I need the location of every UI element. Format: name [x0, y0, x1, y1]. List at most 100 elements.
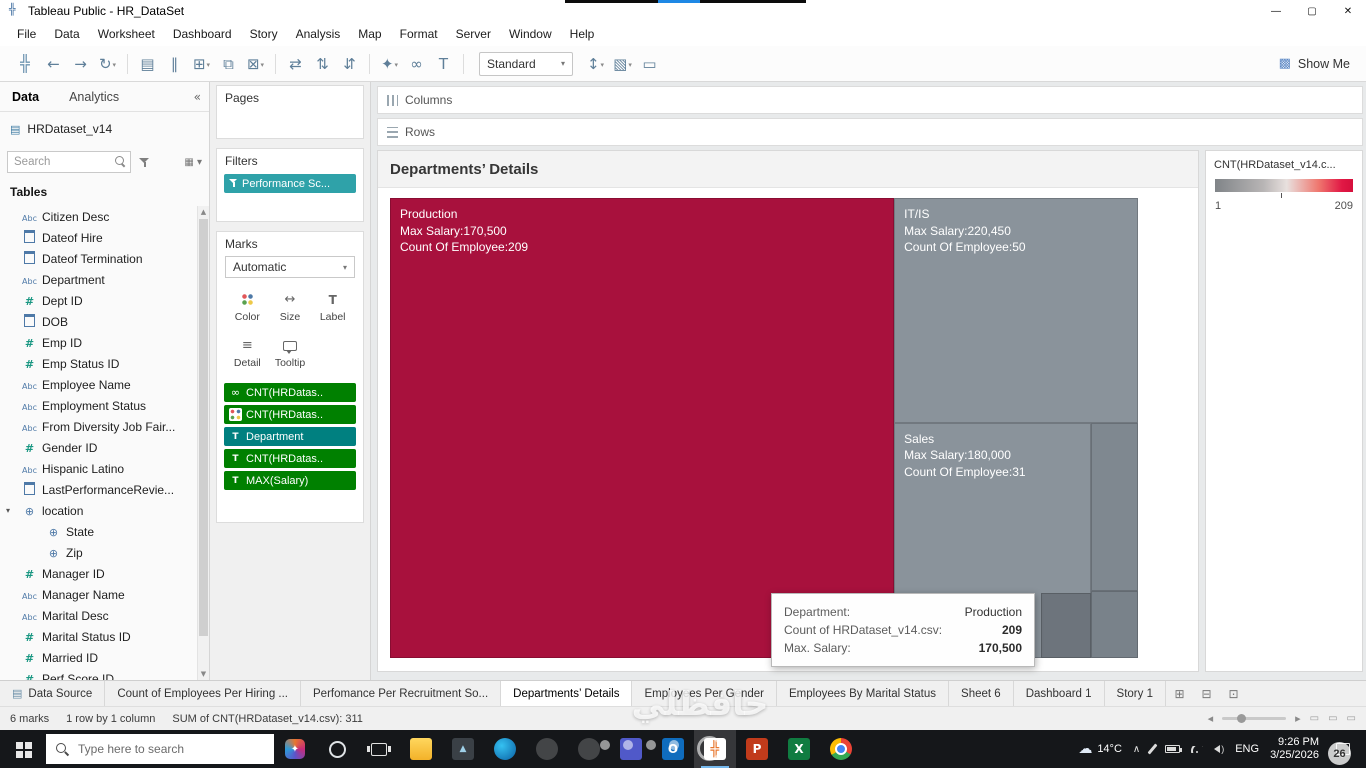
network-icon[interactable]: [1191, 745, 1204, 753]
new-story-button[interactable]: ⊡: [1220, 681, 1247, 706]
menu-item[interactable]: Map: [349, 22, 390, 46]
show-hide-cards-icon[interactable]: ▧: [609, 55, 636, 73]
battery-icon[interactable]: [1165, 745, 1183, 753]
clock[interactable]: 9:26 PM 3/25/2026: [1270, 736, 1319, 762]
menu-item[interactable]: Format: [391, 22, 447, 46]
detail-button[interactable]: Detail: [227, 333, 268, 374]
duplicate-sheet-icon[interactable]: ⧉: [215, 55, 242, 73]
field-item[interactable]: ▾ Dateof Termination: [0, 248, 209, 269]
menu-item[interactable]: Window: [500, 22, 561, 46]
highlight-icon[interactable]: ✦: [376, 55, 403, 73]
sheet-tab[interactable]: Dashboard 1: [1014, 681, 1105, 706]
tab-analytics[interactable]: Analytics: [69, 90, 119, 104]
teams-icon[interactable]: [610, 730, 652, 768]
task-view-icon[interactable]: [358, 730, 400, 768]
excel-icon[interactable]: [778, 730, 820, 768]
separator[interactable]: [369, 53, 370, 74]
color-button[interactable]: Color: [227, 287, 268, 328]
undo-icon[interactable]: ←: [40, 55, 67, 73]
block-4[interactable]: [1090, 422, 1138, 591]
mark-pill[interactable]: Department: [224, 427, 356, 446]
sheet-tab[interactable]: Count of Employees Per Hiring ...: [105, 681, 302, 706]
field-item[interactable]: ▾ Dateof Hire: [0, 227, 209, 248]
field-item[interactable]: ▾ Married ID: [0, 647, 209, 668]
size-slider[interactable]: [1222, 714, 1287, 723]
IT/IS[interactable]: IT/IS Max Salary:220,450 Count Of Employ…: [894, 198, 1138, 423]
menu-item[interactable]: Dashboard: [164, 22, 241, 46]
minimize-button[interactable]: —: [1258, 0, 1294, 22]
columns-shelf-drop-area[interactable]: [498, 87, 1362, 113]
separator[interactable]: [127, 53, 128, 74]
menu-item[interactable]: File: [8, 22, 45, 46]
maximize-button[interactable]: ▢: [1294, 0, 1330, 22]
new-datasource-icon[interactable]: ▤: [134, 55, 161, 73]
sheet-tab[interactable]: Story 1: [1105, 681, 1166, 706]
pages-shelf[interactable]: Pages: [216, 85, 364, 139]
new-worksheet-icon[interactable]: ⊞: [188, 55, 215, 73]
field-item[interactable]: ▾ DOB: [0, 311, 209, 332]
fields-scrollbar[interactable]: ▲ ▼: [197, 206, 209, 680]
mark-pill[interactable]: MAX(Salary): [224, 471, 356, 490]
cortana-icon[interactable]: ✦: [274, 730, 316, 768]
collapse-pane-icon[interactable]: «: [194, 90, 201, 104]
scroll-down-icon[interactable]: ▼: [198, 668, 209, 680]
field-item[interactable]: ▾ Manager Name: [0, 584, 209, 605]
pause-updates-icon[interactable]: ∥: [161, 55, 188, 73]
block-6[interactable]: [1090, 590, 1138, 658]
page-view-icon[interactable]: ▭: [1347, 713, 1356, 724]
separator[interactable]: [463, 53, 464, 74]
menu-item[interactable]: Analysis: [287, 22, 350, 46]
expand-caret-icon[interactable]: ▾: [6, 506, 17, 515]
hidden-app-icon[interactable]: [526, 730, 568, 768]
menu-item[interactable]: Worksheet: [89, 22, 164, 46]
rows-shelf[interactable]: Rows: [377, 118, 1363, 146]
hidden-app-icon[interactable]: [568, 730, 610, 768]
replay-icon[interactable]: ↻: [94, 55, 121, 73]
color-legend-gradient[interactable]: [1215, 179, 1353, 198]
search-input[interactable]: [7, 151, 131, 173]
view-options-icon[interactable]: ▦ ▾: [184, 157, 202, 168]
field-item[interactable]: ▾ Emp ID: [0, 332, 209, 353]
mark-type-dropdown[interactable]: Automatic ▾: [225, 256, 355, 278]
filter-fields-icon[interactable]: [139, 157, 151, 168]
group-members-icon[interactable]: ∞: [403, 55, 430, 73]
field-item[interactable]: ▾ Emp Status ID: [0, 353, 209, 374]
filter-pill[interactable]: Performance Sc...: [224, 174, 356, 193]
menu-item[interactable]: Server: [447, 22, 500, 46]
data-source-connection[interactable]: ▤ HRDataset_v14: [0, 117, 209, 141]
tooltip-button[interactable]: Tooltip: [270, 333, 311, 374]
show-mark-labels-icon[interactable]: T: [430, 55, 457, 73]
sort-ascending-icon[interactable]: ⇅: [309, 55, 336, 73]
rows-shelf-drop-area[interactable]: [498, 119, 1362, 145]
scrollbar-thumb[interactable]: [199, 219, 208, 636]
new-worksheet-button[interactable]: ⊞: [1166, 681, 1193, 706]
field-item[interactable]: ▾ Manager ID: [0, 563, 209, 584]
field-item[interactable]: ▾ Department: [0, 269, 209, 290]
tab-data[interactable]: Data: [12, 90, 39, 104]
chrome-icon[interactable]: [820, 730, 862, 768]
mark-pill[interactable]: CNT(HRDatas..: [224, 449, 356, 468]
edge-icon[interactable]: [484, 730, 526, 768]
field-item[interactable]: ▾ Marital Status ID: [0, 626, 209, 647]
mark-pill[interactable]: CNT(HRDatas..: [224, 383, 356, 402]
size-button[interactable]: Size: [270, 287, 311, 328]
powerpoint-icon[interactable]: [736, 730, 778, 768]
cortana-ring-icon[interactable]: [316, 730, 358, 768]
photos-icon[interactable]: [442, 730, 484, 768]
history-back-icon[interactable]: ◂: [1208, 712, 1214, 725]
field-item[interactable]: ▾ Citizen Desc: [0, 206, 209, 227]
field-item[interactable]: ▾ Perf Score ID: [0, 668, 209, 681]
new-dashboard-button[interactable]: ⊟: [1193, 681, 1220, 706]
tray-expand-icon[interactable]: ∧: [1133, 744, 1140, 755]
page-view-icon[interactable]: ▭: [1310, 713, 1319, 724]
outlook-icon[interactable]: [652, 730, 694, 768]
sheet-tab[interactable]: Sheet 6: [949, 681, 1014, 706]
sheet-tab[interactable]: Departments’ Details: [501, 681, 633, 706]
language-indicator[interactable]: ENG: [1235, 743, 1259, 755]
field-item[interactable]: ▾ Gender ID: [0, 437, 209, 458]
redo-icon[interactable]: →: [67, 55, 94, 73]
volume-icon[interactable]: [1214, 744, 1224, 754]
start-button[interactable]: [0, 730, 46, 768]
filters-shelf[interactable]: Filters Performance Sc...: [216, 148, 364, 222]
tableau-logo-icon[interactable]: ╬: [10, 54, 40, 73]
